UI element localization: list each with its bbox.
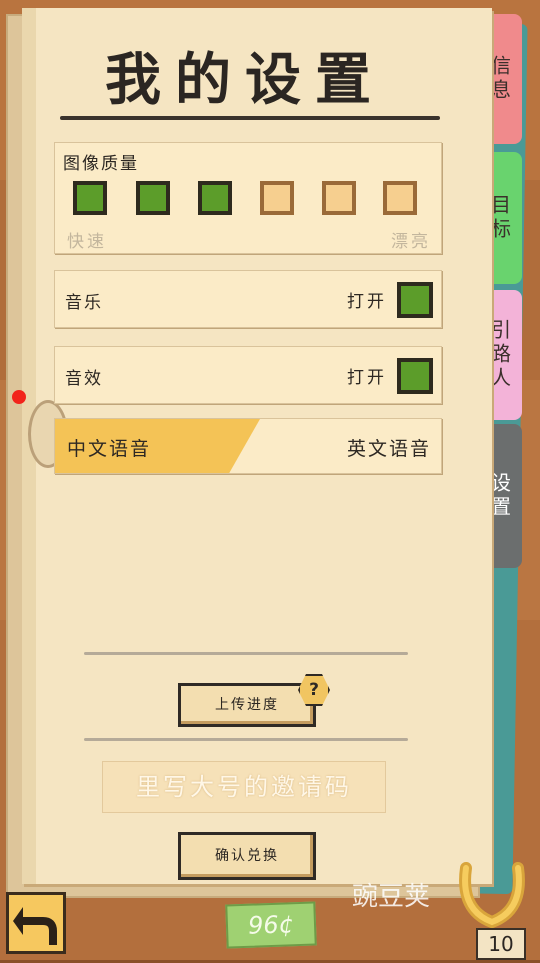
voice-english-option[interactable]: 英文语音: [347, 434, 431, 461]
quality-level-3[interactable]: [198, 181, 232, 215]
page-title: 我的设置: [105, 47, 385, 113]
sfx-toggle[interactable]: [397, 358, 433, 394]
sfx-row: 音效 打开: [54, 346, 442, 404]
sfx-state: 打开: [347, 368, 387, 388]
quality-label: 图像质量: [63, 154, 139, 174]
upload-progress-button[interactable]: 上传进度: [178, 683, 316, 727]
music-state: 打开: [347, 292, 387, 312]
music-toggle[interactable]: [397, 282, 433, 318]
horseshoe-counter: 10: [476, 928, 526, 960]
quality-level-5[interactable]: [322, 181, 356, 215]
undo-arrow-icon: [13, 907, 57, 945]
notification-dot: [12, 390, 26, 404]
music-label: 音乐: [65, 293, 103, 313]
voice-language-row: 中文语音 英文语音: [54, 418, 442, 474]
divider: [84, 652, 408, 655]
title-underline: [60, 116, 440, 120]
sfx-label: 音效: [65, 369, 103, 389]
quality-level-6[interactable]: [383, 181, 417, 215]
quality-panel: 图像质量 快速 漂亮: [54, 142, 442, 254]
watermark-text: 豌豆荚: [352, 882, 431, 912]
quality-hint-pretty: 漂亮: [391, 232, 431, 252]
divider: [84, 738, 408, 741]
music-row: 音乐 打开: [54, 270, 442, 328]
voice-chinese-option[interactable]: 中文语音: [67, 434, 151, 461]
quality-level-4[interactable]: [260, 181, 294, 215]
quality-level-2[interactable]: [136, 181, 170, 215]
redeem-button[interactable]: 确认兑换: [178, 832, 316, 880]
horseshoe-icon: [459, 862, 525, 929]
currency-counter: 96¢: [225, 901, 317, 949]
invite-code-input[interactable]: 里写大号的邀请码: [102, 761, 386, 813]
quality-hint-fast: 快速: [67, 232, 107, 252]
back-button[interactable]: [6, 892, 66, 954]
quality-level-1[interactable]: [73, 181, 107, 215]
